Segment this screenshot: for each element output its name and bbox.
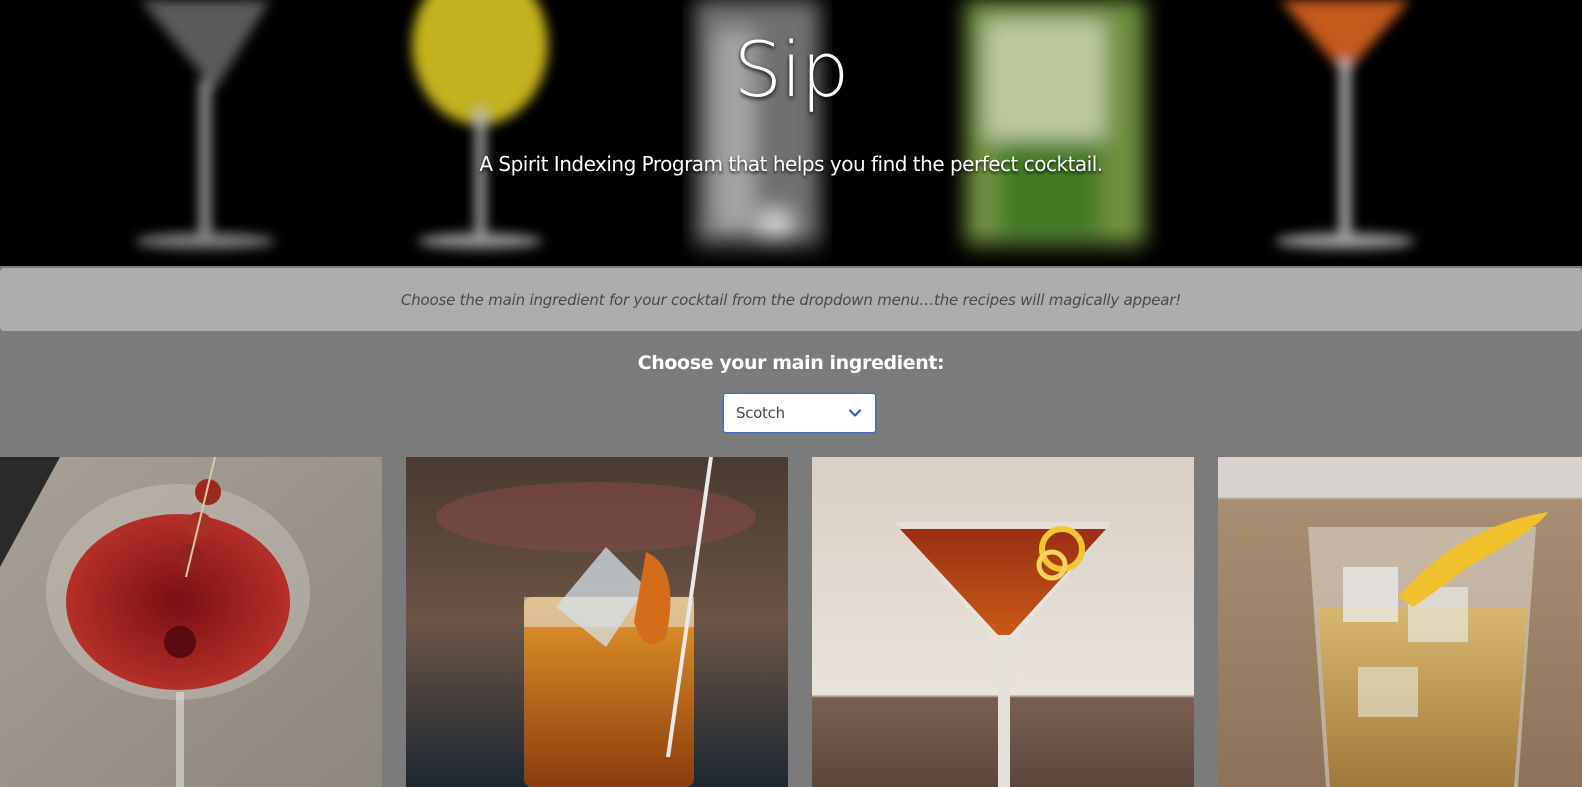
cocktail-photo-rocks-lemon-twist [1218,457,1582,787]
cocktail-photo-cherry-coupe [0,457,382,787]
instructions-bar: Choose the main ingredient for your cock… [0,268,1582,331]
cocktail-photo-martini-lemon-twist [812,457,1194,787]
site-title: Sip [733,25,850,114]
ingredient-dropdown[interactable]: Scotch [723,393,876,433]
cocktail-card[interactable] [812,457,1194,787]
cocktail-card[interactable] [406,457,788,787]
cocktail-card[interactable] [0,457,382,787]
ingredient-selected-value: Scotch [736,404,785,422]
cocktail-photo-rocks-orange-peel [406,457,788,787]
instructions-text: Choose the main ingredient for your cock… [400,290,1182,309]
chevron-down-icon [848,409,862,417]
hero-banner: Sip A Spirit Indexing Program that helps… [0,0,1582,266]
cocktail-card[interactable] [1218,457,1582,787]
site-subtitle: A Spirit Indexing Program that helps you… [479,152,1103,176]
ingredient-label: Choose your main ingredient: [637,352,945,374]
